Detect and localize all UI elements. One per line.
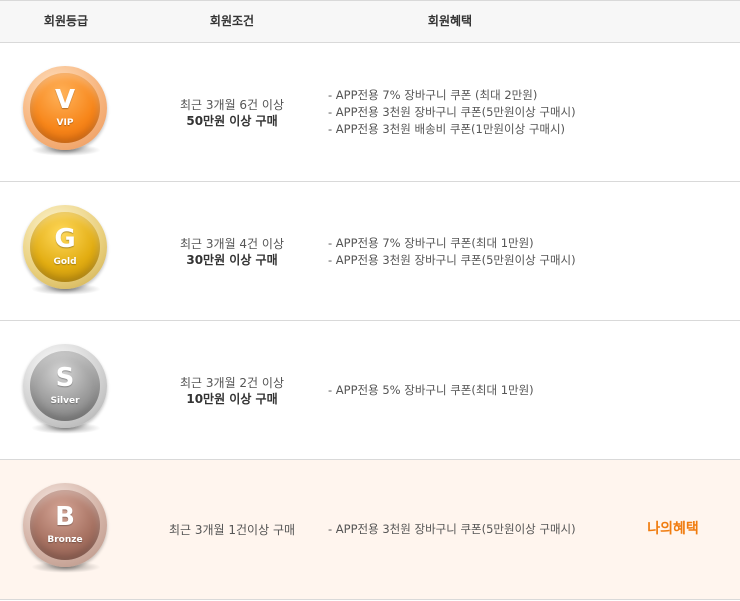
- badge-name: Bronze: [47, 535, 83, 545]
- condition-line: 최근 3개월 6건 이상: [180, 97, 284, 112]
- benefit-list: - APP전용 7% 장바구니 쿠폰(최대 1만원) - APP전용 3천원 장…: [328, 182, 628, 321]
- header-grade: 회원등급: [43, 14, 89, 28]
- badge-name: Silver: [50, 396, 80, 406]
- condition-amount: 50만원 이상 구매: [186, 113, 278, 128]
- badge-name: Gold: [53, 257, 77, 267]
- badge-name: VIP: [56, 118, 74, 128]
- table-row-gold: G Gold 최근 3개월 4건 이상 30만원 이상 구매 - APP전용 7…: [0, 182, 740, 321]
- benefit-list: - APP전용 3천원 장바구니 쿠폰(5만원이상 구매시): [328, 460, 628, 599]
- condition-line: 최근 3개월 2건 이상: [180, 375, 284, 390]
- benefit-item: - APP전용 3천원 장바구니 쿠폰(5만원이상 구매시): [328, 252, 576, 267]
- condition-cell: 최근 3개월 1건이상 구매: [132, 460, 332, 599]
- gold-badge-icon: G Gold: [23, 205, 109, 297]
- benefit-list: - APP전용 7% 장바구니 쿠폰 (최대 2만원) - APP전용 3천원 …: [328, 43, 628, 182]
- my-benefit-label: 나의혜택: [647, 521, 699, 537]
- benefit-item: - APP전용 5% 장바구니 쿠폰(최대 1만원): [328, 383, 534, 397]
- table-row-bronze: B Bronze 최근 3개월 1건이상 구매 - APP전용 3천원 장바구니…: [0, 460, 740, 600]
- condition-line: 최근 3개월 1건이상 구매: [168, 522, 296, 537]
- badge-letter: G: [54, 224, 76, 254]
- table-row-vip: V VIP 최근 3개월 6건 이상 50만원 이상 구매 - APP전용 7%…: [0, 43, 740, 182]
- condition-cell: 최근 3개월 2건 이상 10만원 이상 구매: [132, 321, 332, 460]
- header-benefit: 회원혜택: [427, 14, 473, 28]
- benefit-item: - APP전용 3천원 장바구니 쿠폰(5만원이상 구매시): [328, 522, 576, 536]
- benefit-item: - APP전용 3천원 장바구니 쿠폰(5만원이상 구매시): [328, 105, 576, 119]
- table-row-silver: S Silver 최근 3개월 2건 이상 10만원 이상 구매 - APP전용…: [0, 321, 740, 460]
- membership-table: 회원등급 회원조건 회원혜택 V VIP 최근 3개월 6건 이상 50만원 이…: [0, 0, 740, 600]
- condition-cell: 최근 3개월 4건 이상 30만원 이상 구매: [132, 182, 332, 321]
- badge-letter: S: [55, 363, 75, 393]
- benefit-item: - APP전용 3천원 배송비 쿠폰(1만원이상 구매시): [328, 122, 566, 136]
- table-header: 회원등급 회원조건 회원혜택: [0, 1, 740, 43]
- vip-badge-icon: V VIP: [23, 66, 109, 158]
- badge-letter: V: [54, 85, 76, 115]
- silver-badge-icon: S Silver: [23, 344, 109, 436]
- bronze-badge-icon: B Bronze: [23, 483, 109, 575]
- condition-line: 최근 3개월 4건 이상: [180, 236, 284, 251]
- header-condition: 회원조건: [209, 14, 255, 28]
- benefit-item: - APP전용 7% 장바구니 쿠폰 (최대 2만원): [328, 88, 538, 102]
- benefit-item: - APP전용 7% 장바구니 쿠폰(최대 1만원): [328, 235, 534, 250]
- condition-cell: 최근 3개월 6건 이상 50만원 이상 구매: [132, 43, 332, 182]
- badge-letter: B: [55, 502, 75, 532]
- condition-amount: 30만원 이상 구매: [186, 252, 278, 267]
- benefit-list: - APP전용 5% 장바구니 쿠폰(최대 1만원): [328, 321, 628, 460]
- condition-amount: 10만원 이상 구매: [186, 391, 278, 406]
